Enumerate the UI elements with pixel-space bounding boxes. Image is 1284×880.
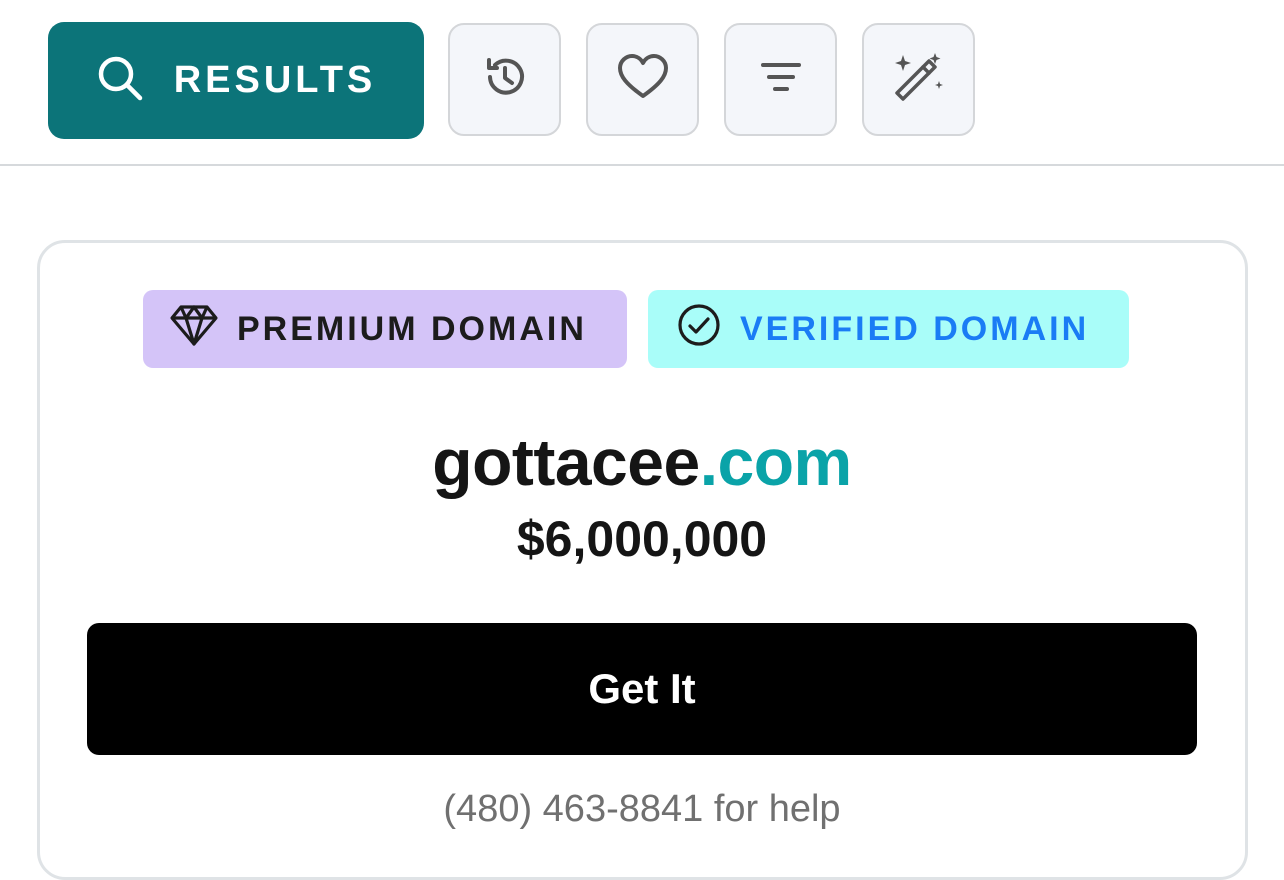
check-circle-icon [676, 302, 722, 357]
help-phone-text: (480) 463-8841 for help [443, 788, 841, 830]
premium-domain-badge: PREMIUM DOMAIN [143, 290, 627, 368]
magic-wand-icon [891, 49, 947, 110]
toolbar: RESULTS [0, 0, 1284, 166]
heart-icon [616, 52, 670, 107]
premium-badge-label: PREMIUM DOMAIN [237, 309, 587, 348]
favorites-button[interactable] [586, 23, 699, 136]
search-icon [96, 54, 144, 107]
history-icon [480, 52, 530, 107]
domain-tld: .com [699, 425, 853, 499]
results-button[interactable]: RESULTS [48, 22, 424, 139]
history-button[interactable] [448, 23, 561, 136]
filter-button[interactable] [724, 23, 837, 136]
verified-domain-badge: VERIFIED DOMAIN [648, 290, 1129, 368]
domain-sld: gottacee [432, 425, 700, 499]
domain-price: $6,000,000 [516, 511, 768, 567]
get-it-button[interactable]: Get It [87, 623, 1197, 755]
results-label: RESULTS [173, 59, 377, 101]
diamond-icon [169, 303, 219, 356]
domain-name: gottacee.com [0, 424, 1284, 500]
magic-button[interactable] [862, 23, 975, 136]
verified-badge-label: VERIFIED DOMAIN [740, 309, 1090, 348]
filter-icon [759, 57, 803, 102]
